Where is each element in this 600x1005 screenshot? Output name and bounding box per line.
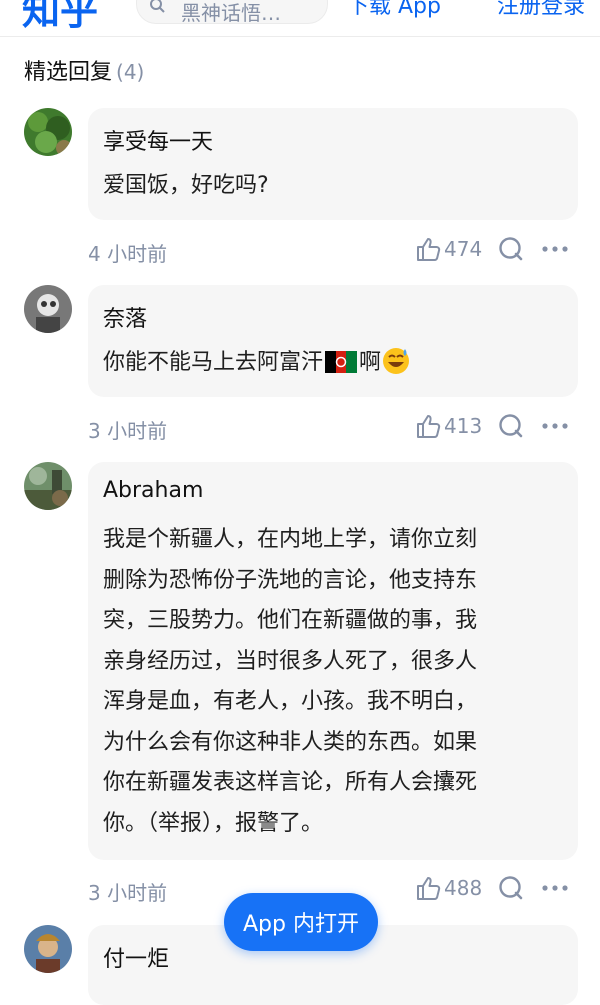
open-in-app-button[interactable]: App 内打开 <box>224 893 378 951</box>
avatar[interactable] <box>24 462 72 510</box>
like-count: 488 <box>444 876 483 900</box>
like-icon <box>417 238 441 261</box>
avatar[interactable] <box>24 285 72 333</box>
comment-author[interactable]: 奈落 <box>103 301 147 333</box>
search-box[interactable]: 黑神话悟… <box>136 0 328 25</box>
register-login-link[interactable]: 注册登录 <box>497 0 585 20</box>
avatar-image <box>24 108 72 156</box>
more-icon[interactable] <box>542 885 568 891</box>
comment-bubble: 奈落 你能不能马上去阿富汗 啊 <box>88 285 578 397</box>
like-count: 413 <box>444 414 483 438</box>
top-bar: 知乎 黑神话悟… 下载 App 注册登录 <box>0 0 600 37</box>
comment-content: 爱国饭，好吃吗? <box>103 173 269 198</box>
sweat-smile-emoji-icon <box>383 348 410 374</box>
comment-content: 我是个新疆人，在内地上学，请你立刻 删除为恐怖份子洗地的言论，他支持东 突，三股… <box>103 520 543 844</box>
avatar[interactable] <box>24 925 72 973</box>
like-button[interactable]: 413 <box>414 411 482 441</box>
like-icon <box>417 877 441 900</box>
comment-line: 你。（举报），报警了。 <box>103 810 324 836</box>
zhihu-logo[interactable]: 知乎 <box>22 0 98 35</box>
comment-bubble: Abraham 我是个新疆人，在内地上学，请你立刻 删除为恐怖份子洗地的言论，他… <box>88 462 578 860</box>
comment-bubble: 享受每一天 爱国饭，好吃吗? <box>88 108 578 220</box>
search-placeholder: 黑神话悟… <box>181 1 281 25</box>
like-button[interactable]: 474 <box>414 234 482 264</box>
comment-line: 你在新疆发表这样言论，所有人会攮死 <box>103 770 478 795</box>
comment-content: 你能不能马上去阿富汗 啊 <box>103 343 543 384</box>
comment-author[interactable]: 付一炬 <box>103 941 169 973</box>
download-app-link[interactable]: 下载 App <box>347 0 441 20</box>
comment-author[interactable]: Abraham <box>103 478 203 503</box>
reply-count: (4) <box>116 60 145 84</box>
comment-time: 4 小时前 <box>88 242 168 266</box>
comment-line: 亲身经历过，当时很多人死了，很多人 <box>103 648 478 674</box>
comment-time: 3 小时前 <box>88 419 168 443</box>
avatar-image <box>24 285 72 333</box>
search-icon <box>150 0 165 13</box>
comment-time: 3 小时前 <box>88 881 168 905</box>
comment-line: 为什么会有你这种非人类的东西。如果 <box>103 729 478 755</box>
comment-line: 浑身是血，有老人，小孩。我不明白， <box>103 689 478 714</box>
like-icon <box>417 415 441 438</box>
comment-line: 突，三股势力。他们在新疆做的事，我 <box>103 608 478 633</box>
comment-text-part: 你能不能马上去阿富汗 <box>103 350 324 375</box>
avatar-image <box>24 925 72 973</box>
more-icon[interactable] <box>542 246 568 252</box>
avatar-image <box>24 462 72 510</box>
comment-line: 删除为恐怖份子洗地的言论，他支持东 <box>103 567 478 593</box>
comment-meta: 4 小时前 474 <box>88 234 578 266</box>
section-title: 精选回复 (4) <box>24 54 144 86</box>
reply-icon[interactable] <box>498 236 524 262</box>
reply-icon[interactable] <box>498 413 524 439</box>
comment-meta: 3 小时前 413 <box>88 411 578 443</box>
section-title-text: 精选回复 <box>24 60 113 85</box>
comment-text-part: 啊 <box>359 350 382 375</box>
reply-icon[interactable] <box>498 875 524 901</box>
comment-line: 我是个新疆人，在内地上学，请你立刻 <box>103 527 478 552</box>
afghanistan-flag-icon <box>325 351 358 373</box>
avatar[interactable] <box>24 108 72 156</box>
like-button[interactable]: 488 <box>414 873 482 903</box>
comment-author[interactable]: 享受每一天 <box>103 124 213 156</box>
like-count: 474 <box>444 237 483 261</box>
more-icon[interactable] <box>542 423 568 429</box>
